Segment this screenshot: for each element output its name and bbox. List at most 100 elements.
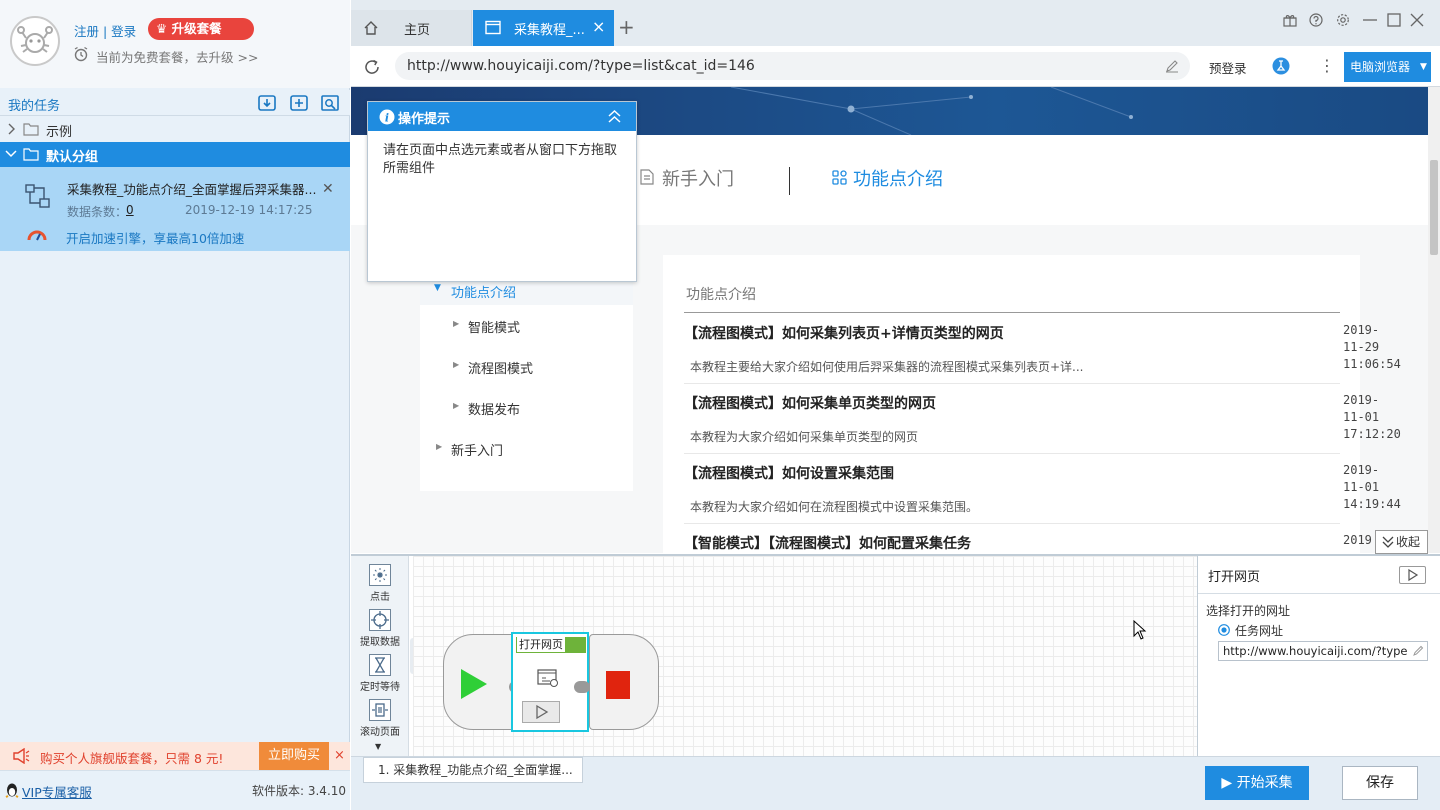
chevron-right-icon[interactable] <box>6 123 16 135</box>
task-name[interactable]: 采集教程_功能点介绍_全面掌握后羿采集器... <box>67 179 316 198</box>
extract-icon <box>369 609 391 631</box>
promo-close-icon[interactable]: × <box>334 748 345 763</box>
node-play-button[interactable] <box>522 701 560 723</box>
close-window-icon[interactable] <box>1410 13 1424 27</box>
chevron-down-icon[interactable] <box>5 149 17 159</box>
start-node[interactable] <box>443 634 515 730</box>
tool-wait[interactable]: 定时等待 <box>355 654 405 693</box>
test-run-button[interactable] <box>1399 566 1426 584</box>
radio-task-url-label[interactable]: 任务网址 <box>1235 622 1283 639</box>
minimize-icon[interactable] <box>1363 19 1377 21</box>
tab-tutorial[interactable]: 采集教程_... × <box>473 10 614 46</box>
task-url-value[interactable]: http://www.houyicaiji.com/?type=li <box>1223 644 1407 658</box>
tasks-title: 我的任务 <box>8 99 61 114</box>
import-task-icon[interactable] <box>257 93 277 113</box>
more-vertical-icon[interactable]: ⋮ <box>1319 56 1335 75</box>
address-bar: http://www.houyicaiji.com/?type=list&cat… <box>351 46 1440 87</box>
megaphone-icon <box>12 748 30 764</box>
speedometer-icon <box>27 228 47 242</box>
web-scrollbar[interactable] <box>1428 87 1440 553</box>
group-example[interactable]: 示例 <box>0 117 350 142</box>
gear-icon[interactable] <box>1336 13 1350 27</box>
hint-title: 操作提示 <box>398 112 451 127</box>
url-text[interactable]: http://www.houyicaiji.com/?type=list&cat… <box>407 58 755 74</box>
caret-right-icon: ▶ <box>436 442 443 451</box>
start-collect-button[interactable]: ▶ 开始采集 <box>1205 766 1309 800</box>
vip-support-link[interactable]: VIP专属客服 <box>22 782 92 801</box>
flow-canvas[interactable]: 打开网页 <box>413 556 1197 756</box>
tool-click[interactable]: 点击 <box>355 564 405 603</box>
svg-text:i: i <box>385 112 389 125</box>
search-task-icon[interactable] <box>320 93 340 113</box>
task-timestamp: 2019-12-19 14:17:25 <box>185 203 313 217</box>
login-link[interactable]: 注册 | 登录 <box>74 21 136 40</box>
count-label: 数据条数： <box>67 205 128 219</box>
close-icon[interactable]: ✕ <box>322 181 334 197</box>
sidebar-item-flowchart[interactable]: ▶ 流程图模式 <box>420 355 633 379</box>
avatar[interactable] <box>10 16 60 66</box>
caret-down-icon[interactable]: ▼ <box>375 742 381 751</box>
upgrade-button[interactable]: ♛ 升级套餐 <box>148 18 254 40</box>
double-chevron-down-icon <box>1382 535 1394 549</box>
article-title[interactable]: 【流程图模式】如何采集列表页+详情页类型的网页 <box>684 323 1004 343</box>
collapse-button[interactable]: 收起 <box>1375 530 1428 554</box>
sidebar-item-smart[interactable]: ▶ 智能模式 <box>420 314 633 338</box>
article-title[interactable]: 【智能模式】【流程图模式】如何配置采集任务 <box>684 533 971 553</box>
stop-icon <box>606 671 630 699</box>
folder-icon <box>23 122 39 136</box>
boost-link[interactable]: 开启加速引擎，享最高10倍加速 <box>66 228 244 247</box>
edit-pencil-icon[interactable] <box>1165 59 1179 73</box>
hint-body: 请在页面中点选元素或者从窗口下方拖取所需组件 <box>383 143 618 176</box>
group-default[interactable]: 默认分组 <box>0 142 350 167</box>
url-section-label: 选择打开的网址 <box>1206 604 1291 618</box>
radio-selected-icon[interactable] <box>1218 624 1230 636</box>
article-date: 2019- 11-01 17:12:20 <box>1343 393 1401 441</box>
group-label: 默认分组 <box>46 150 99 165</box>
plan-notice[interactable]: 当前为免费套餐，去升级 >> <box>96 47 258 66</box>
new-tab-button[interactable]: + <box>618 15 635 39</box>
task-url-field[interactable]: http://www.houyicaiji.com/?type=li <box>1218 641 1428 661</box>
buy-now-button[interactable]: 立即购买 <box>259 742 329 770</box>
hint-popup: i 操作提示 请在页面中点选元素或者从窗口下方拖取所需组件 <box>367 101 637 282</box>
tab-bar: 主页 采集教程_... × + <box>351 0 1440 46</box>
left-footer: VIP专属客服 软件版本: 3.4.10 <box>0 770 350 810</box>
play-icon <box>459 667 489 701</box>
nav-beginner[interactable]: 新手入门 <box>662 165 734 191</box>
article-title[interactable]: 【流程图模式】如何设置采集范围 <box>684 463 894 483</box>
task-item[interactable]: 采集教程_功能点介绍_全面掌握后羿采集器... ✕ 数据条数： 0 2019-1… <box>0 167 350 251</box>
tab-home[interactable]: 主页 <box>351 10 472 46</box>
browser-mode-label: 电脑浏览器 <box>1350 60 1411 74</box>
double-chevron-up-icon[interactable] <box>608 110 621 123</box>
sidebar-item-beginner[interactable]: ▶ 新手入门 <box>420 437 633 461</box>
tool-label: 提取数据 <box>360 637 400 648</box>
nav-features[interactable]: 功能点介绍 <box>853 165 943 191</box>
scrollbar-thumb[interactable] <box>1430 160 1438 255</box>
tool-extract[interactable]: 提取数据 <box>355 609 405 648</box>
sidebar-item-publish[interactable]: ▶ 数据发布 <box>420 396 633 420</box>
save-button[interactable]: 保存 <box>1342 766 1418 800</box>
promo-text: 购买个人旗舰版套餐，只需 8 元! <box>40 751 224 766</box>
article-title[interactable]: 【流程图模式】如何采集单页类型的网页 <box>684 393 936 413</box>
maximize-icon[interactable] <box>1387 13 1401 27</box>
new-task-icon[interactable] <box>289 93 309 113</box>
edit-pencil-icon[interactable] <box>1412 645 1424 657</box>
info-icon: i <box>379 109 395 125</box>
browser-mode-select[interactable]: 电脑浏览器 ▼ <box>1344 52 1431 82</box>
end-node[interactable] <box>589 634 659 730</box>
article-date: 2019- 11-29 11:06:54 <box>1343 323 1401 371</box>
tab-close-icon[interactable]: × <box>592 17 605 36</box>
task-tab[interactable]: 1. 采集教程_功能点介绍_全面掌握... <box>363 757 583 783</box>
prelogin-button[interactable]: 预登录 <box>1209 58 1247 77</box>
url-input[interactable]: http://www.houyicaiji.com/?type=list&cat… <box>395 52 1190 80</box>
count-value[interactable]: 0 <box>126 203 134 217</box>
qq-penguin-icon <box>5 782 19 798</box>
collapse-label: 收起 <box>1396 535 1421 549</box>
gift-icon[interactable] <box>1283 13 1297 27</box>
refresh-icon[interactable] <box>363 58 381 76</box>
tool-scroll[interactable]: 滚动页面 <box>355 699 405 738</box>
tab-label: 采集教程_... <box>514 23 585 38</box>
help-icon[interactable] <box>1309 13 1323 27</box>
component-toolbox: 点击 提取数据 定时等待 滚动页面 ▼ <box>351 556 409 756</box>
caret-down-icon: ▼ <box>434 283 441 293</box>
user-agent-icon[interactable] <box>1272 57 1290 75</box>
